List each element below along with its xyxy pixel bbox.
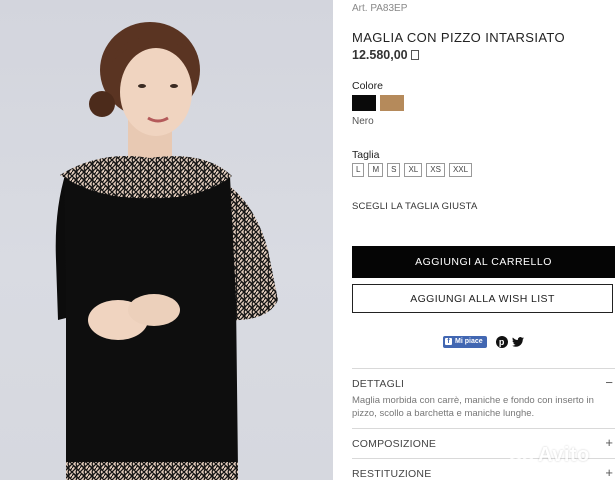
avito-logo-icon bbox=[508, 443, 536, 469]
watermark-text: Avito bbox=[538, 443, 590, 466]
size-option-xs[interactable]: XS bbox=[426, 163, 445, 177]
details-description: Maglia morbida con carrè, maniche e fond… bbox=[352, 395, 594, 419]
size-selector: L M S XL XS XXL bbox=[352, 163, 476, 177]
size-option-xl[interactable]: XL bbox=[404, 163, 423, 177]
avito-watermark: Avito bbox=[508, 443, 590, 469]
composition-accordion-header[interactable]: COMPOSIZIONE bbox=[352, 438, 436, 450]
product-info-panel: Art. PA83EP MAGLIA CON PIZZO INTARSIATO … bbox=[352, 0, 615, 480]
size-option-l[interactable]: L bbox=[352, 163, 365, 177]
twitter-icon[interactable] bbox=[511, 336, 524, 347]
size-guide-link[interactable]: SCEGLI LA TAGLIA GIUSTA bbox=[352, 201, 478, 212]
product-price: 12.580,00 bbox=[352, 48, 419, 62]
product-title: MAGLIA CON PIZZO INTARSIATO bbox=[352, 30, 566, 45]
details-accordion-header[interactable]: DETTAGLI bbox=[352, 378, 404, 390]
divider bbox=[352, 428, 615, 429]
collapse-icon[interactable]: − bbox=[605, 376, 613, 389]
facebook-icon: f bbox=[445, 338, 452, 345]
color-label: Colore bbox=[352, 80, 383, 92]
expand-icon[interactable]: + bbox=[605, 466, 613, 479]
size-option-xxl[interactable]: XXL bbox=[448, 163, 473, 177]
article-code: Art. PA83EP bbox=[352, 3, 408, 14]
expand-icon[interactable]: + bbox=[605, 436, 613, 449]
currency-glyph-icon bbox=[410, 50, 419, 60]
size-option-s[interactable]: S bbox=[387, 163, 401, 177]
divider bbox=[352, 368, 615, 369]
model-illustration bbox=[55, 22, 278, 480]
facebook-like-button[interactable]: f Mi piace bbox=[443, 335, 487, 348]
facebook-like-label: Mi piace bbox=[455, 337, 483, 345]
selected-color-name: Nero bbox=[352, 116, 374, 127]
product-image bbox=[0, 0, 333, 480]
pinterest-icon[interactable]: p bbox=[495, 335, 508, 348]
price-value: 12.580,00 bbox=[352, 48, 408, 62]
size-label: Taglia bbox=[352, 149, 380, 161]
color-swatch-camel[interactable] bbox=[380, 95, 404, 111]
social-share-bar: f Mi piace p bbox=[443, 335, 524, 348]
size-option-m[interactable]: M bbox=[368, 163, 384, 177]
add-to-cart-button[interactable]: AGGIUNGI AL CARRELLO bbox=[352, 246, 615, 278]
returns-accordion-header[interactable]: RESTITUZIONE bbox=[352, 468, 431, 480]
color-swatch-black[interactable] bbox=[352, 95, 376, 111]
add-to-wishlist-button[interactable]: AGGIUNGI ALLA WISH LIST bbox=[352, 284, 613, 313]
